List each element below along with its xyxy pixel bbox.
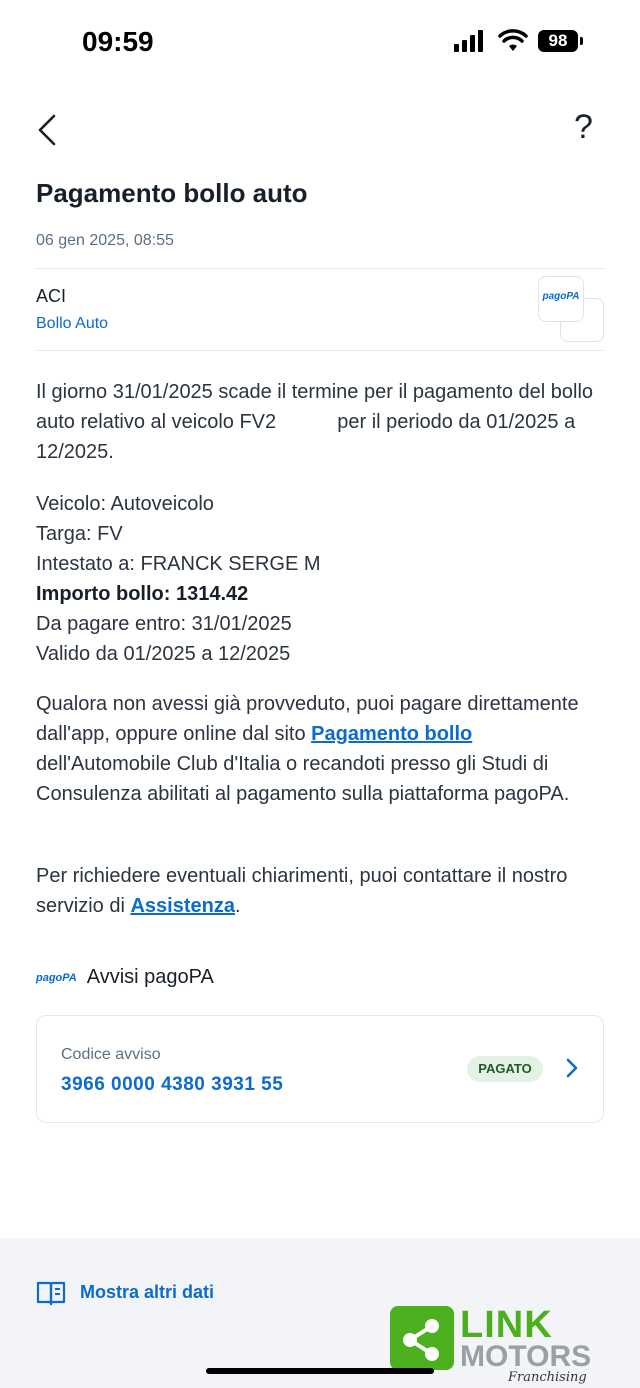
divider — [36, 268, 604, 269]
vehicle-details: Veicolo: Autoveicolo Targa: FV Intestato… — [36, 489, 596, 669]
payment-paragraph: Qualora non avessi già provveduto, puoi … — [36, 693, 579, 805]
notice-code: 3966 0000 4380 3931 55 — [61, 1074, 284, 1095]
validity-period: Valido da 01/2025 a 12/2025 — [36, 643, 291, 665]
message-date: 06 gen 2025, 08:55 — [36, 232, 174, 249]
pagopa-small-icon: pagoPA — [36, 971, 77, 984]
pagamento-bollo-link[interactable]: Pagamento bollo — [311, 723, 472, 745]
home-indicator[interactable] — [206, 1368, 434, 1374]
payment-notice-card[interactable]: Codice avviso 3966 0000 4380 3931 55 PAG… — [36, 1015, 604, 1123]
status-bar: 09:59 98 — [0, 0, 640, 90]
share-logo-icon — [390, 1306, 454, 1370]
pagopa-logo-icon: pagoPA — [538, 276, 584, 322]
chevron-right-icon — [566, 1058, 578, 1078]
support-paragraph: Per richiedere eventuali chiarimenti, pu… — [36, 865, 568, 917]
book-icon — [36, 1281, 66, 1306]
wifi-icon — [498, 29, 528, 51]
show-more-data-button[interactable]: Mostra altri dati — [80, 1282, 214, 1303]
notices-title: Avvisi pagoPA — [86, 966, 214, 988]
due-date: Da pagare entro: 31/01/2025 — [36, 613, 292, 635]
status-badge: PAGATO — [467, 1056, 543, 1082]
link-motors-watermark: LINK MOTORS Franchising — [390, 1304, 630, 1388]
back-arrow-icon[interactable] — [34, 112, 60, 148]
tax-amount: Importo bollo: 1314.42 — [36, 583, 249, 605]
assistenza-link[interactable]: Assistenza — [130, 895, 235, 917]
status-time: 09:59 — [82, 26, 154, 57]
notices-section-header: pagoPA Avvisi pagoPA — [36, 966, 214, 989]
message-paragraph: Il giorno 31/01/2025 scade il termine pe… — [36, 381, 594, 463]
sender-name: ACI — [36, 286, 67, 306]
vehicle-plate: Targa: FV — [36, 523, 123, 545]
watermark-franchising-text: Franchising — [508, 1370, 587, 1385]
vehicle-type: Veicolo: Autoveicolo — [36, 493, 214, 515]
sender-service: Bollo Auto — [36, 315, 109, 332]
divider — [36, 350, 604, 351]
battery-tip — [580, 37, 583, 45]
notice-code-label: Codice avviso — [61, 1046, 161, 1063]
watermark-motors-text: MOTORS — [460, 1340, 592, 1373]
battery-icon: 98 — [538, 30, 578, 52]
cellular-signal-icon — [454, 30, 483, 52]
help-icon[interactable]: ? — [574, 108, 593, 147]
page-title: Pagamento bollo auto — [36, 178, 308, 208]
vehicle-owner: Intestato a: FRANCK SERGE M — [36, 553, 321, 575]
